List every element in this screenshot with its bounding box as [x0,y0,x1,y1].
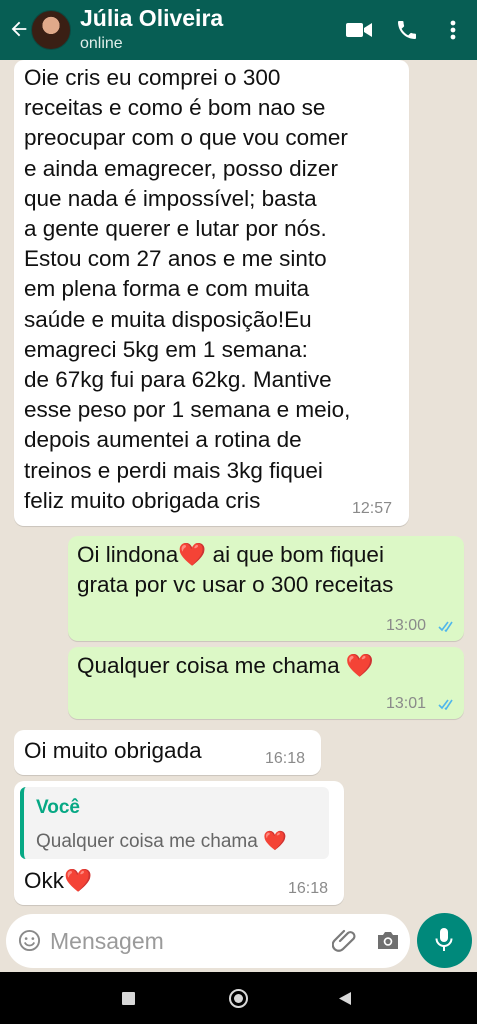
contact-status: online [80,35,123,52]
message-time: 16:18 [265,750,306,767]
message-text: Oie cris eu comprei o 300 receitas e com… [24,65,351,513]
message-text: Oi lindona❤️ ai que bom fiquei grata por… [77,542,394,598]
recent-apps-icon[interactable] [122,992,135,1005]
mic-icon [435,928,453,951]
message-input[interactable] [50,924,320,958]
quoted-author: Você [36,797,81,818]
message-text: Qualquer coisa me chama ❤️ [77,653,374,678]
read-ticks-icon [438,699,453,710]
quoted-text: Qualquer coisa me chama ❤️ [36,831,287,852]
read-ticks-icon [438,621,453,632]
message-input-bar [6,914,410,968]
chat-header: Júlia Oliveira online [0,0,477,60]
back-arrow-icon[interactable] [8,18,30,40]
back-nav-icon[interactable] [338,991,352,1006]
avatar[interactable] [31,10,71,50]
video-call-icon[interactable] [345,18,373,42]
message-time: 13:01 [386,695,427,712]
message-incoming[interactable]: Oie cris eu comprei o 300 receitas e com… [14,60,409,526]
message-text: Okk❤️ [24,868,93,893]
camera-icon[interactable] [376,929,400,951]
message-outgoing[interactable]: Qualquer coisa me chama ❤️ 13:01 [68,647,464,719]
home-icon[interactable] [229,989,248,1008]
mic-button[interactable] [417,913,472,968]
message-time: 12:57 [352,500,393,517]
message-time: 13:00 [386,617,427,634]
message-text: Oi muito obrigada [24,738,202,763]
phone-icon[interactable] [395,18,419,42]
message-incoming-reply[interactable]: Você Qualquer coisa me chama ❤️ Okk❤️ 16… [14,781,344,905]
message-incoming[interactable]: Oi muito obrigada 16:18 [14,730,321,775]
more-options-icon[interactable] [446,18,460,42]
emoji-icon[interactable] [18,929,41,952]
chat-area[interactable]: Oie cris eu comprei o 300 receitas e com… [0,60,477,910]
attach-icon[interactable] [332,927,358,955]
system-nav-bar [0,972,477,1024]
contact-name[interactable]: Júlia Oliveira [80,5,223,32]
message-time: 16:18 [288,880,329,897]
quoted-message[interactable]: Você Qualquer coisa me chama ❤️ [20,787,329,859]
message-outgoing[interactable]: Oi lindona❤️ ai que bom fiquei grata por… [68,536,464,641]
